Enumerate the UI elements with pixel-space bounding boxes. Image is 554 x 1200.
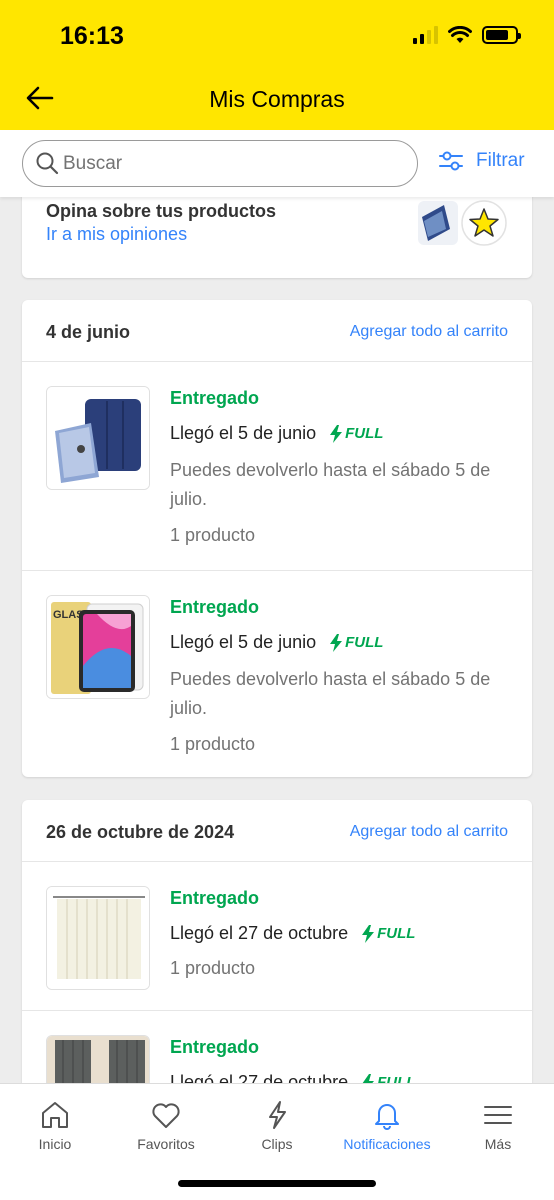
return-deadline: Puedes devolverlo hasta el sábado 5 de j…: [170, 460, 491, 509]
arrival-date: Llegó el 5 de junio: [170, 632, 317, 652]
group-date: 4 de junio: [46, 322, 131, 342]
lightning-icon: [362, 1073, 375, 1083]
home-indicator: [178, 1180, 376, 1187]
search-box[interactable]: [22, 140, 418, 187]
screen-protector-image: GLASS: [47, 596, 149, 698]
tab-label: Inicio: [38, 1136, 72, 1152]
heart-icon: [152, 1103, 180, 1128]
top-bar: 16:13 Mis Compras: [0, 0, 554, 130]
home-icon: [42, 1102, 68, 1128]
arrival-info: Llegó el 5 de junio FULL: [170, 632, 383, 653]
review-card: Opina sobre tus productos Ir a mis opini…: [22, 197, 532, 278]
search-bar: Filtrar: [0, 130, 554, 197]
lightning-icon: [362, 924, 375, 943]
cellular-signal-icon: [413, 26, 438, 44]
product-thumbnail[interactable]: GLASS: [46, 595, 150, 699]
lightning-icon: [269, 1101, 286, 1129]
group-date: 26 de octubre de 2024: [46, 822, 235, 842]
lightning-icon: [330, 424, 343, 443]
full-badge: FULL: [362, 924, 416, 943]
search-icon: [36, 152, 59, 175]
tab-label: Notificaciones: [343, 1136, 431, 1152]
tab-clips[interactable]: Clips: [222, 1100, 332, 1152]
full-badge-label: FULL: [377, 925, 416, 942]
delivery-status: Entregado: [170, 1037, 260, 1057]
purchase-item[interactable]: GLASS Entregado Llegó el 5 de junio FULL…: [22, 571, 532, 777]
purchase-group: 26 de octubre de 2024 Agregar todo al ca…: [22, 800, 532, 1083]
purchases-list[interactable]: Opina sobre tus productos Ir a mis opini…: [0, 197, 554, 1083]
product-count: 1 producto: [170, 734, 256, 754]
battery-icon: [482, 26, 521, 44]
product-count: 1 producto: [170, 525, 256, 545]
review-card-title: Opina sobre tus productos: [46, 201, 277, 221]
group-header: 4 de junio Agregar todo al carrito: [22, 300, 532, 362]
tab-notificaciones[interactable]: Notificaciones: [332, 1100, 442, 1152]
status-time: 16:13: [60, 22, 124, 50]
dark-curtain-image: [47, 1036, 149, 1083]
purchase-item[interactable]: Entregado Llegó el 5 de junio FULL Puede…: [22, 362, 532, 571]
search-input[interactable]: [63, 147, 403, 181]
tab-inicio[interactable]: Inicio: [0, 1100, 110, 1152]
arrival-date: Llegó el 5 de junio: [170, 423, 317, 443]
arrival-info: Llegó el 5 de junio FULL: [170, 423, 383, 444]
arrival-date: Llegó el 27 de octubre: [170, 923, 349, 943]
full-badge: FULL: [330, 424, 384, 443]
filter-button[interactable]: Filtrar: [438, 150, 525, 172]
status-icons: [413, 26, 521, 44]
purchase-item[interactable]: Entregado Llegó el 27 de octubre FULL: [22, 1011, 532, 1083]
purchase-group: 4 de junio Agregar todo al carrito Entre…: [22, 300, 532, 777]
menu-icon: [484, 1106, 512, 1124]
arrival-date: Llegó el 27 de octubre: [170, 1072, 349, 1083]
lightning-icon: [330, 633, 343, 652]
product-count: 1 producto: [170, 958, 256, 978]
full-badge: FULL: [330, 633, 384, 652]
delivery-status: Entregado: [170, 597, 260, 617]
tab-favoritos[interactable]: Favoritos: [111, 1100, 221, 1152]
tab-mas[interactable]: Más: [443, 1100, 553, 1152]
curtain-image: [47, 887, 149, 989]
purchase-item[interactable]: Entregado Llegó el 27 de octubre FULL 1 …: [22, 862, 532, 1011]
delivery-status: Entregado: [170, 888, 260, 908]
page-title: Mis Compras: [209, 86, 345, 112]
my-reviews-link[interactable]: Ir a mis opiniones: [46, 224, 187, 245]
arrival-info: Llegó el 27 de octubre FULL: [170, 1072, 415, 1083]
full-badge-label: FULL: [377, 1074, 416, 1083]
full-badge-label: FULL: [345, 634, 384, 651]
tab-label: Clips: [261, 1136, 293, 1152]
filter-label: Filtrar: [476, 150, 525, 171]
product-thumbnail[interactable]: [46, 886, 150, 990]
full-badge: FULL: [362, 1073, 416, 1083]
add-all-to-cart-link[interactable]: Agregar todo al carrito: [350, 323, 508, 341]
tab-label: Más: [484, 1136, 512, 1152]
return-deadline: Puedes devolverlo hasta el sábado 5 de j…: [170, 669, 491, 718]
product-thumbnail[interactable]: [46, 386, 150, 490]
tablet-case-image: [47, 387, 149, 489]
full-badge-label: FULL: [345, 425, 384, 442]
group-header: 26 de octubre de 2024 Agregar todo al ca…: [22, 800, 532, 862]
review-product-images: [418, 200, 507, 246]
tab-label: Favoritos: [137, 1136, 195, 1152]
add-all-to-cart-link[interactable]: Agregar todo al carrito: [350, 823, 508, 841]
product-thumbnail[interactable]: [46, 1035, 150, 1083]
arrival-info: Llegó el 27 de octubre FULL: [170, 923, 415, 944]
filter-sliders-icon: [439, 151, 463, 171]
wifi-icon: [448, 26, 472, 43]
delivery-status: Entregado: [170, 388, 260, 408]
bell-icon: [375, 1104, 399, 1130]
